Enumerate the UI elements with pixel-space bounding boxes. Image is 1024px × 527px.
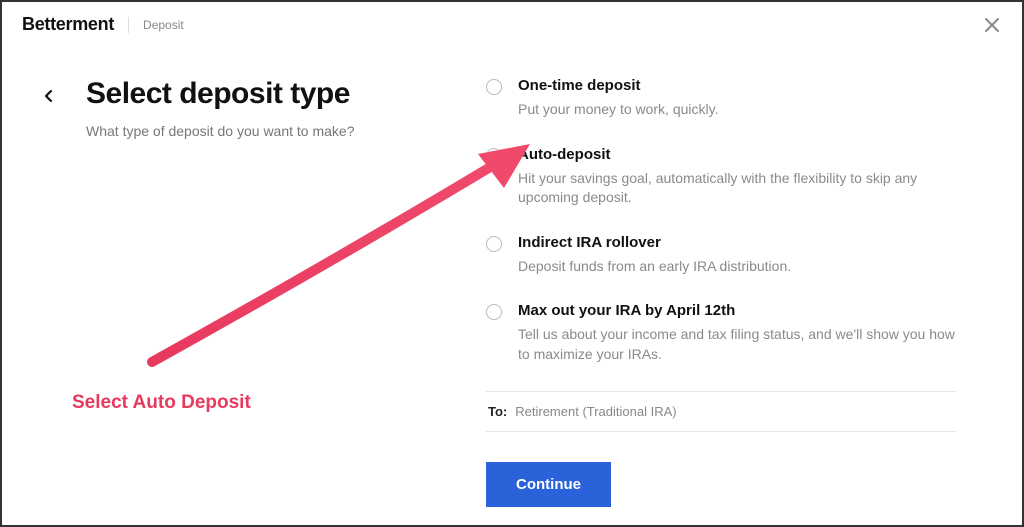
left-column: Select deposit type What type of deposit… [86,77,456,507]
option-title: Indirect IRA rollover [518,234,956,251]
page-subtitle: What type of deposit do you want to make… [86,123,446,139]
option-body: Indirect IRA rollover Deposit funds from… [518,234,956,277]
option-body: One-time deposit Put your money to work,… [518,77,956,120]
option-desc: Deposit funds from an early IRA distribu… [518,257,956,277]
radio-icon[interactable] [486,236,502,252]
continue-button[interactable]: Continue [486,462,611,507]
radio-icon[interactable] [486,304,502,320]
close-icon[interactable] [982,15,1002,35]
option-desc: Put your money to work, quickly. [518,100,956,120]
option-body: Max out your IRA by April 12th Tell us a… [518,302,956,364]
main: Select deposit type What type of deposit… [2,45,1022,507]
to-row[interactable]: To: Retirement (Traditional IRA) [486,391,956,432]
option-title: Max out your IRA by April 12th [518,302,956,319]
option-desc: Tell us about your income and tax filing… [518,325,956,364]
option-auto-deposit[interactable]: Auto-deposit Hit your savings goal, auto… [486,146,956,208]
option-indirect-ira-rollover[interactable]: Indirect IRA rollover Deposit funds from… [486,234,956,277]
option-one-time-deposit[interactable]: One-time deposit Put your money to work,… [486,77,956,120]
radio-icon[interactable] [486,148,502,164]
option-body: Auto-deposit Hit your savings goal, auto… [518,146,956,208]
radio-icon[interactable] [486,79,502,95]
option-title: Auto-deposit [518,146,956,163]
to-value: Retirement (Traditional IRA) [515,404,676,419]
header-left: Betterment Deposit [22,14,184,35]
to-label: To: [488,404,507,419]
option-max-out-ira[interactable]: Max out your IRA by April 12th Tell us a… [486,302,956,364]
header-divider [128,17,129,33]
back-arrow-icon[interactable] [42,77,66,507]
option-title: One-time deposit [518,77,956,94]
logo: Betterment [22,14,114,35]
right-column: One-time deposit Put your money to work,… [476,77,956,507]
header: Betterment Deposit [2,2,1022,45]
breadcrumb: Deposit [143,18,184,32]
option-desc: Hit your savings goal, automatically wit… [518,169,956,208]
page-title: Select deposit type [86,77,446,111]
